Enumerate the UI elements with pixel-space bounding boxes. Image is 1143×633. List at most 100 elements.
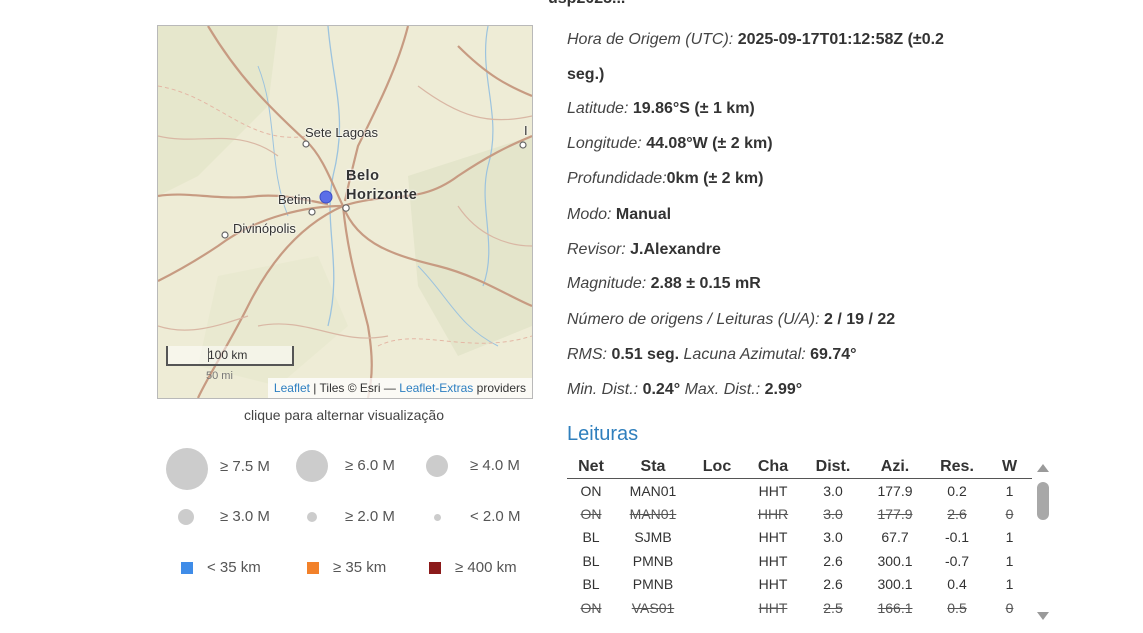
scroll-down-icon[interactable] [1037, 612, 1049, 620]
mag-label-6-0: ≥ 6.0 M [345, 457, 395, 474]
scale-mi-label: 50 mi [206, 370, 233, 382]
table-row: ON MAN01 HHT 3.0 177.9 0.2 1 [567, 479, 1032, 503]
reviewer-row: Revisor: J.Alexandre [567, 241, 721, 259]
col-loc[interactable]: Loc [691, 456, 743, 479]
col-cha[interactable]: Cha [743, 456, 803, 479]
reviewer-value: J.Alexandre [630, 241, 721, 258]
cell-dist: 3.0 [823, 482, 843, 499]
map-label-horizonte: Horizonte [346, 187, 418, 203]
col-dist[interactable]: Dist. [803, 456, 863, 479]
cell-res: -0.1 [944, 529, 970, 546]
col-sta[interactable]: Sta [615, 456, 691, 479]
event-map[interactable]: Sete Lagoas Belo Horizonte Betim Divinóp… [157, 25, 533, 399]
cell-loc [691, 596, 743, 619]
origin-time-cont-row: seg.) [567, 66, 604, 84]
mag-label-3-0: ≥ 3.0 M [220, 508, 270, 525]
cell-net: BL [582, 576, 600, 593]
cell-cha: HHT [758, 552, 788, 569]
azimuthal-gap-label: Lacuna Azimutal: [683, 346, 806, 363]
depth-row: Profundidade:0km (± 2 km) [567, 170, 763, 188]
mag-label-4-0: ≥ 4.0 M [470, 457, 520, 474]
origin-time-value-cont: seg.) [567, 66, 605, 83]
table-row: BL PMNB HHT 2.6 300.1 0.4 1 [567, 573, 1032, 596]
readings-scrollbar[interactable] [1033, 458, 1053, 622]
col-net[interactable]: Net [567, 456, 615, 479]
longitude-row: Longitude: 44.08°W (± 2 km) [567, 135, 773, 153]
col-w[interactable]: W [987, 456, 1032, 479]
mag-label-2-0: ≥ 2.0 M [345, 508, 395, 525]
cell-net: ON [580, 599, 602, 616]
cell-dist: 2.5 [823, 599, 843, 616]
cell-net: ON [580, 506, 602, 523]
cell-loc [691, 479, 743, 503]
cell-azi: 300.1 [877, 552, 913, 569]
event-id: usp2025... [548, 0, 625, 8]
cell-net: BL [582, 552, 600, 569]
cell-loc [691, 502, 743, 525]
depth-label: Profundidade: [567, 170, 667, 187]
map-label-belo: Belo [346, 168, 380, 184]
cell-loc [691, 549, 743, 572]
map-tiles [158, 26, 532, 398]
leaflet-extras-link[interactable]: Leaflet-Extras [399, 381, 473, 395]
magnitude-row: Magnitude: 2.88 ± 0.15 mR [567, 275, 761, 293]
cell-azi: 300.1 [877, 576, 913, 593]
cell-azi: 177.9 [877, 506, 913, 523]
cell-res: -0.7 [944, 552, 970, 569]
readings-title: Leituras [567, 423, 639, 445]
cell-azi: 67.7 [881, 529, 909, 546]
col-azi[interactable]: Azi. [863, 456, 927, 479]
longitude-label: Longitude: [567, 135, 642, 152]
cell-net: BL [582, 529, 600, 546]
cell-sta: PMNB [632, 552, 674, 569]
map-attribution: Leaflet | Tiles © Esri — Leaflet-Extras … [267, 378, 532, 398]
readings-body: ON MAN01 HHT 3.0 177.9 0.2 1 ON MAN01 HHR 3.0 177.9… [567, 479, 1032, 620]
scale-km-label: 100 km [208, 348, 248, 362]
min-dist-label: Min. Dist.: [567, 381, 639, 398]
origins-row: Número de origens / Leituras (U/A): 2 / … [567, 311, 895, 329]
table-row: BL SJMB HHT 3.0 67.7 -0.1 1 [567, 526, 1032, 549]
mode-value: Manual [615, 206, 672, 223]
cell-w: 0 [1005, 506, 1014, 523]
readings-table: Net Sta Loc Cha Dist. Azi. Res. W ON MAN0… [567, 456, 1032, 619]
attribution-providers: providers [473, 381, 526, 395]
distance-row: Min. Dist.: 0.24° Max. Dist.: 2.99° [567, 381, 802, 399]
origins-label: Número de origens / Leituras (U/A): [567, 311, 820, 328]
cell-dist: 3.0 [823, 506, 843, 523]
origin-time-value: 2025-09-17T01:12:58Z (±0.2 [737, 31, 944, 48]
leaflet-link[interactable]: Leaflet [274, 381, 310, 395]
table-row: ON VAS01 HHT 2.5 166.1 0.5 0 [567, 596, 1032, 619]
map-label-edge: I [524, 123, 528, 138]
mode-label: Modo: [567, 206, 612, 223]
cell-azi: 166.1 [877, 599, 913, 616]
mag-dot-4-0 [426, 455, 448, 477]
cell-cha: HHT [758, 482, 788, 499]
cell-net: ON [580, 482, 602, 499]
mag-dot-6-0 [296, 450, 328, 482]
dist-label-lt-35: < 35 km [207, 559, 261, 576]
cell-w: 0 [1005, 599, 1014, 616]
depth-value: 0km (± 2 km) [666, 170, 764, 187]
table-row: ON MAN01 HHR 3.0 177.9 2.6 0 [567, 502, 1032, 525]
map-label-divinopolis: Divinópolis [233, 221, 296, 236]
mag-dot-lt-2-0 [434, 514, 441, 521]
col-res[interactable]: Res. [927, 456, 987, 479]
latitude-value: 19.86°S (± 1 km) [632, 100, 755, 117]
scroll-up-icon[interactable] [1037, 464, 1049, 472]
mag-label-lt-2-0: < 2.0 M [470, 508, 521, 525]
map-label-sete-lagoas: Sete Lagoas [305, 125, 379, 140]
cell-loc [691, 573, 743, 596]
mode-row: Modo: Manual [567, 206, 671, 224]
dist-swatch-ge-400 [429, 562, 441, 574]
origin-time-label: Hora de Origem (UTC): [567, 31, 734, 48]
mag-dot-2-0 [307, 512, 317, 522]
scroll-thumb[interactable] [1037, 482, 1049, 520]
cell-w: 1 [1005, 576, 1014, 593]
cell-dist: 2.6 [823, 552, 843, 569]
map-scale: 100 km 50 mi [166, 346, 294, 382]
latitude-row: Latitude: 19.86°S (± 1 km) [567, 100, 755, 118]
dist-swatch-ge-35 [307, 562, 319, 574]
cell-dist: 3.0 [823, 529, 843, 546]
readings-table-container[interactable]: Net Sta Loc Cha Dist. Azi. Res. W ON MAN0… [567, 456, 1053, 624]
event-marker[interactable] [319, 190, 333, 204]
